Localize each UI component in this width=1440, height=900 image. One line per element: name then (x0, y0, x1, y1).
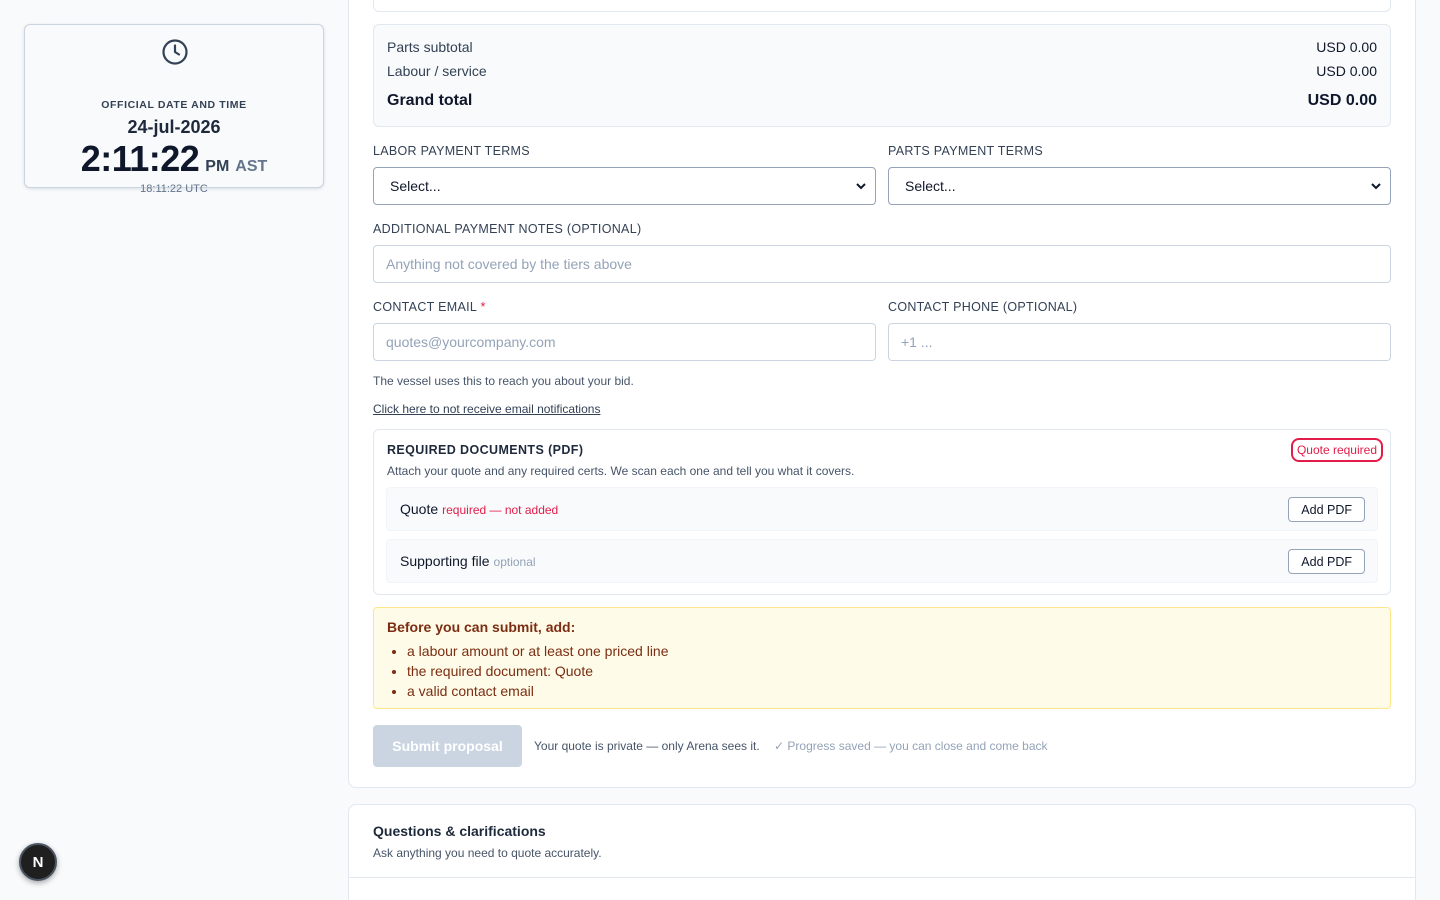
previous-section-edge (373, 0, 1391, 12)
contact-email-label: CONTACT EMAIL * (373, 300, 486, 314)
divider (349, 877, 1415, 878)
document-row-supporting-file: Supporting file optional Add PDF (386, 539, 1378, 583)
questions-card: Questions & clarifications Ask anything … (348, 804, 1416, 900)
email-optout-link[interactable]: Click here to not receive email notifica… (373, 402, 600, 416)
contact-phone-placeholder: +1 ... (901, 334, 933, 350)
contact-email-input[interactable]: quotes@yourcompany.com (373, 323, 876, 361)
questions-title: Questions & clarifications (373, 823, 546, 839)
payment-notes-placeholder: Anything not covered by the tiers above (386, 256, 632, 272)
document-status-required: required — not added (442, 503, 559, 517)
warning-item: a valid contact email (407, 681, 669, 701)
warning-item: the required document: Quote (407, 661, 669, 681)
clock-date: 24-jul-2026 (127, 117, 221, 137)
labor-payment-terms-select[interactable]: Select... (373, 167, 876, 205)
clock-timezone: AST (235, 158, 268, 175)
documents-description: Attach your quote and any required certs… (387, 464, 855, 478)
contact-phone-input[interactable]: +1 ... (888, 323, 1391, 361)
grand-total-row: Grand total USD 0.00 (387, 92, 1377, 110)
clock-time-row: 2:11:22 PM AST (25, 138, 323, 180)
contact-email-placeholder: quotes@yourcompany.com (386, 334, 556, 350)
app-avatar-button[interactable]: N (19, 843, 57, 881)
documents-title: REQUIRED DOCUMENTS (PDF) (387, 443, 584, 457)
required-asterisk: * (480, 300, 486, 314)
document-name: Quote (400, 501, 439, 517)
grand-total-value: USD 0.00 (1307, 92, 1377, 109)
chevron-down-icon (856, 183, 866, 190)
totals-summary: Parts subtotal USD 0.00 Labour / service… (373, 24, 1391, 127)
official-clock-card: OFFICIAL DATE AND TIME 24-jul-2026 2:11:… (24, 24, 324, 195)
labour-row: Labour / service USD 0.00 (387, 63, 1377, 79)
clock-utc: 18:11:22 UTC (140, 183, 208, 195)
labour-value: USD 0.00 (1316, 63, 1377, 79)
submit-proposal-button[interactable]: Submit proposal (373, 725, 522, 767)
warning-list: a labour amount or at least one priced l… (407, 641, 669, 701)
contact-phone-label: CONTACT PHONE (OPTIONAL) (888, 300, 1078, 314)
progress-saved-note: ✓ Progress saved — you can close and com… (774, 739, 1048, 753)
contact-email-label-text: CONTACT EMAIL (373, 300, 477, 314)
avatar-letter: N (32, 853, 44, 871)
document-row-quote: Quote required — not added Add PDF (386, 487, 1378, 531)
payment-notes-input[interactable]: Anything not covered by the tiers above (373, 245, 1391, 283)
parts-subtotal-label: Parts subtotal (387, 39, 473, 55)
clock-ampm: PM (205, 158, 230, 175)
warning-title: Before you can submit, add: (387, 619, 576, 635)
clock-icon (162, 39, 188, 65)
privacy-note: Your quote is private — only Arena sees … (534, 739, 760, 753)
parts-payment-terms-value: Select... (905, 178, 956, 194)
grand-total-label: Grand total (387, 92, 473, 109)
parts-payment-terms-label: PARTS PAYMENT TERMS (888, 144, 1044, 158)
labor-payment-terms-value: Select... (390, 178, 441, 194)
required-documents-panel: REQUIRED DOCUMENTS (PDF) Attach your quo… (373, 429, 1391, 595)
contact-email-helper: The vessel uses this to reach you about … (373, 374, 634, 388)
clock-label: OFFICIAL DATE AND TIME (101, 99, 247, 111)
parts-subtotal-value: USD 0.00 (1316, 39, 1377, 55)
submit-requirements-warning: Before you can submit, add: a labour amo… (373, 607, 1391, 709)
parts-subtotal-row: Parts subtotal USD 0.00 (387, 39, 1377, 55)
document-status-optional: optional (493, 555, 536, 569)
parts-payment-terms-select[interactable]: Select... (888, 167, 1391, 205)
questions-subtitle: Ask anything you need to quote accuratel… (373, 846, 602, 860)
labor-payment-terms-label: LABOR PAYMENT TERMS (373, 144, 530, 158)
document-name: Supporting file (400, 553, 490, 569)
payment-notes-label: ADDITIONAL PAYMENT NOTES (OPTIONAL) (373, 222, 642, 236)
add-quote-pdf-button[interactable]: Add PDF (1288, 497, 1365, 522)
clock-time: 2:11:22 (80, 138, 200, 179)
warning-item: a labour amount or at least one priced l… (407, 641, 669, 661)
labour-label: Labour / service (387, 63, 487, 79)
add-supporting-pdf-button[interactable]: Add PDF (1288, 549, 1365, 574)
quote-required-badge: Quote required (1290, 438, 1383, 462)
chevron-down-icon (1371, 183, 1381, 190)
